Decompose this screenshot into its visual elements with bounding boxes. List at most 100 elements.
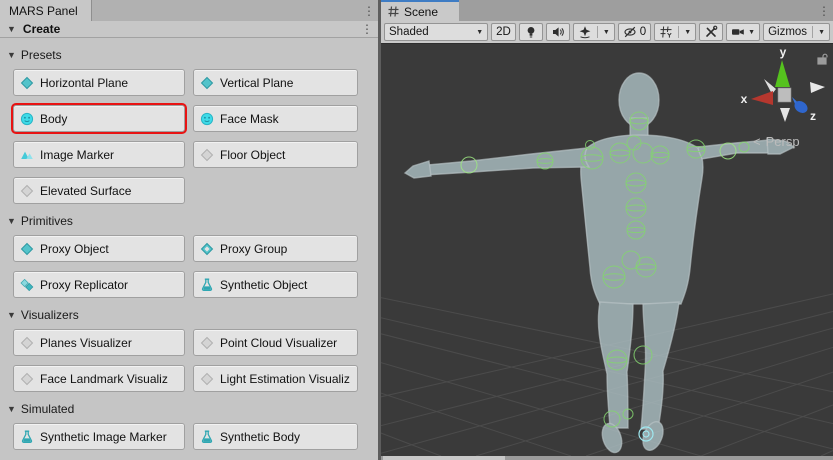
axis-cone-x-red bbox=[751, 91, 773, 105]
preset-button-planes-visualizer[interactable]: Planes Visualizer bbox=[13, 329, 185, 356]
hidden-object-count: 0 bbox=[639, 26, 647, 38]
preset-button-label: Face Landmark Visualiz bbox=[40, 371, 168, 386]
chevron-down-icon: ▼ bbox=[684, 28, 692, 36]
section-grid-visualizers: Planes Visualizer Point Cloud Visualizer F… bbox=[13, 329, 378, 392]
preset-button-label: Synthetic Image Marker bbox=[40, 429, 167, 444]
section-foldout-primitives[interactable]: ▼ Primitives bbox=[7, 213, 378, 229]
scene-visibility-toggle[interactable]: 0 bbox=[617, 23, 652, 41]
scene-effects-dropdown[interactable]: ▼ bbox=[572, 23, 615, 41]
create-header-title: Create bbox=[22, 22, 61, 36]
preset-button-floor-object[interactable]: Floor Object bbox=[193, 141, 358, 168]
preset-button-elevated-surface[interactable]: Elevated Surface bbox=[13, 177, 185, 204]
foldout-triangle-icon: ▼ bbox=[7, 49, 16, 60]
face-icon bbox=[200, 112, 214, 126]
toolbar-separator bbox=[812, 26, 814, 38]
section-label-text: Primitives bbox=[20, 214, 73, 228]
preset-button-synthetic-image-marker[interactable]: Synthetic Image Marker bbox=[13, 423, 185, 450]
preset-button-horizontal-plane[interactable]: Horizontal Plane bbox=[13, 69, 185, 96]
section-label-text: Simulated bbox=[20, 402, 75, 416]
chevron-down-icon: ▼ bbox=[476, 28, 484, 36]
proxy-replicator-icon bbox=[20, 278, 34, 292]
persp-arrow-icon: < bbox=[753, 134, 761, 149]
axis-cone-white-down bbox=[780, 108, 790, 122]
scene-lighting-toggle[interactable] bbox=[518, 23, 543, 41]
eye-slash-icon bbox=[624, 26, 636, 38]
preset-button-label: Point Cloud Visualizer bbox=[220, 335, 338, 350]
toolbar-separator bbox=[678, 26, 680, 38]
diamond-gray-icon bbox=[20, 184, 34, 198]
preset-button-proxy-replicator[interactable]: Proxy Replicator bbox=[13, 271, 185, 298]
preset-button-face-landmark-visualiz[interactable]: Face Landmark Visualiz bbox=[13, 365, 185, 392]
preset-button-body[interactable]: Body bbox=[13, 105, 185, 132]
grid-visibility-dropdown[interactable]: ▼ bbox=[654, 23, 697, 41]
mars-panel-tabbar: MARS Panel ⋮ bbox=[0, 0, 378, 21]
gizmos-label: Gizmos bbox=[768, 26, 808, 38]
toolbar-separator bbox=[596, 26, 598, 38]
gizmo-lock-icon[interactable] bbox=[817, 53, 828, 65]
mars-panel-menu-kebab-icon[interactable]: ⋮ bbox=[360, 0, 378, 21]
create-menu-kebab-icon[interactable]: ⋮ bbox=[358, 22, 376, 36]
preset-button-label: Planes Visualizer bbox=[40, 335, 132, 350]
preset-button-proxy-object[interactable]: Proxy Object bbox=[13, 235, 185, 262]
gizmos-dropdown[interactable]: Gizmos ▼ bbox=[763, 23, 830, 41]
preset-button-point-cloud-visualizer[interactable]: Point Cloud Visualizer bbox=[193, 329, 358, 356]
create-sections: ▼ Presets Horizontal Plane Vertical Plane Bo… bbox=[0, 47, 378, 450]
preset-button-synthetic-object[interactable]: Synthetic Object bbox=[193, 271, 358, 298]
preset-button-vertical-plane[interactable]: Vertical Plane bbox=[193, 69, 358, 96]
body-right-leg bbox=[640, 301, 680, 430]
axis-label-x: x bbox=[741, 92, 748, 106]
effects-star-icon bbox=[579, 26, 591, 39]
toggle-2d-button[interactable]: 2D bbox=[491, 23, 516, 41]
preset-button-label: Synthetic Object bbox=[220, 277, 308, 292]
diamond-teal-icon bbox=[20, 76, 34, 90]
chevron-down-icon: ▼ bbox=[602, 28, 610, 36]
preset-button-face-mask[interactable]: Face Mask bbox=[193, 105, 358, 132]
body-left-hand bbox=[403, 160, 432, 179]
foldout-triangle-icon: ▼ bbox=[7, 23, 16, 34]
component-tools-button[interactable] bbox=[699, 23, 724, 41]
horizontal-scrollbar[interactable] bbox=[381, 456, 833, 460]
body-left-arm bbox=[424, 147, 591, 176]
scene-tabbar: Scene ⋮ bbox=[381, 0, 833, 21]
axis-cone-y-green bbox=[775, 60, 790, 87]
preset-button-light-estimation-visualiz[interactable]: Light Estimation Visualiz bbox=[193, 365, 358, 392]
image-marker-icon bbox=[20, 148, 34, 162]
preset-button-label: Light Estimation Visualiz bbox=[220, 371, 350, 386]
axis-cone-white-upleft bbox=[764, 79, 776, 94]
section-label-text: Visualizers bbox=[20, 308, 79, 322]
scene-3d-canvas[interactable]: y x z bbox=[381, 44, 833, 456]
flask-icon bbox=[200, 278, 214, 292]
scrollbar-thumb[interactable] bbox=[383, 456, 505, 460]
axis-label-z: z bbox=[810, 109, 816, 123]
preset-button-label: Proxy Group bbox=[220, 241, 288, 256]
scene-menu-kebab-icon[interactable]: ⋮ bbox=[815, 0, 833, 21]
section-foldout-presets[interactable]: ▼ Presets bbox=[7, 47, 378, 63]
flask-icon bbox=[20, 430, 34, 444]
chevron-down-icon: ▼ bbox=[818, 28, 825, 36]
projection-mode-label[interactable]: < Persp bbox=[753, 134, 800, 149]
create-header[interactable]: ▼ Create ⋮ bbox=[0, 21, 378, 38]
tab-mars-panel[interactable]: MARS Panel bbox=[0, 0, 92, 21]
scene-viewport[interactable]: y x z < Persp bbox=[381, 44, 833, 456]
foldout-triangle-icon: ▼ bbox=[7, 309, 16, 320]
section-foldout-simulated[interactable]: ▼ Simulated bbox=[7, 401, 378, 417]
simulated-body-model[interactable] bbox=[403, 72, 796, 455]
scene-camera-dropdown[interactable]: ▼ bbox=[726, 23, 761, 41]
diamond-gray-icon bbox=[200, 372, 214, 386]
section-foldout-visualizers[interactable]: ▼ Visualizers bbox=[7, 307, 378, 323]
flask-icon bbox=[200, 430, 214, 444]
unity-editor-window: MARS Panel ⋮ ▼ Create ⋮ ▼ Presets Horizont… bbox=[0, 0, 833, 460]
preset-button-label: Proxy Replicator bbox=[40, 277, 129, 292]
diamond-teal-icon bbox=[20, 242, 34, 256]
scene-audio-toggle[interactable] bbox=[545, 23, 570, 41]
orientation-gizmo[interactable]: y x z bbox=[741, 45, 828, 123]
tab-scene[interactable]: Scene bbox=[381, 0, 459, 21]
foldout-triangle-icon: ▼ bbox=[7, 215, 16, 226]
camera-icon bbox=[732, 29, 744, 35]
section-grid-presets: Horizontal Plane Vertical Plane Body Face M… bbox=[13, 69, 378, 204]
preset-button-image-marker[interactable]: Image Marker bbox=[13, 141, 185, 168]
preset-button-proxy-group[interactable]: Proxy Group bbox=[193, 235, 358, 262]
preset-button-label: Synthetic Body bbox=[220, 429, 301, 444]
preset-button-synthetic-body[interactable]: Synthetic Body bbox=[193, 423, 358, 450]
shading-mode-dropdown[interactable]: Shaded ▼ bbox=[384, 23, 489, 41]
